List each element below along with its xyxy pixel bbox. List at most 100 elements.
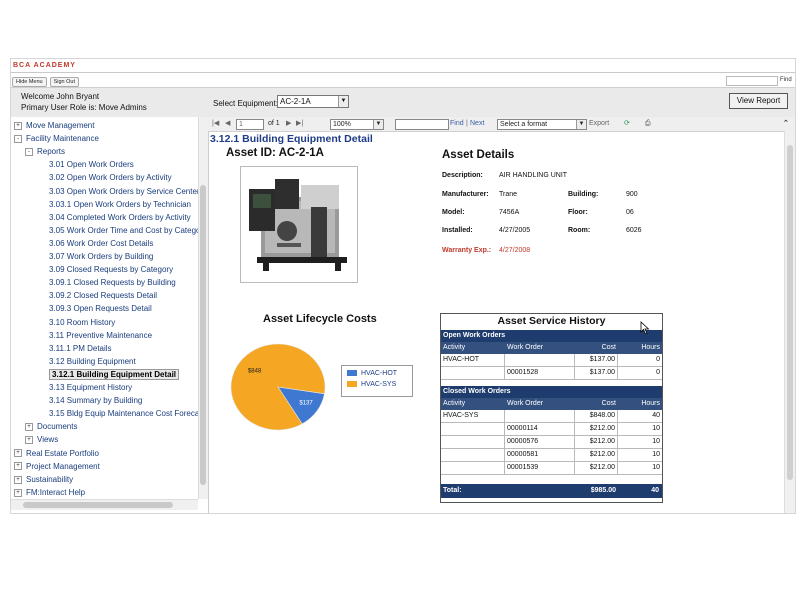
sidebar-item[interactable]: + Documents — [25, 422, 77, 432]
scrollbar-thumb[interactable] — [787, 145, 793, 480]
collapse-icon[interactable]: - — [14, 134, 22, 143]
model-label: Model: — [442, 209, 465, 216]
sidebar-item[interactable]: 3.02 Open Work Orders by Activity — [49, 173, 172, 183]
pie-data-label: $848 — [248, 369, 262, 375]
sidebar-item[interactable]: 3.12 Building Equipment — [49, 357, 136, 367]
table-cell: 00000114 — [505, 423, 575, 435]
sidebar-item[interactable]: + Views — [25, 435, 58, 445]
select-equipment-dropdown[interactable]: AC-2-1A ▼ — [277, 95, 349, 108]
sidebar-item[interactable]: 3.11 Preventive Maintenance — [49, 331, 152, 341]
refresh-icon[interactable]: ⟳ — [624, 119, 630, 129]
table-row: 00000576 $212.00 10 — [441, 436, 662, 449]
sidebar-vertical-scrollbar[interactable] — [198, 117, 208, 499]
find-link[interactable]: Find — [780, 77, 792, 83]
sidebar-item-label: Project Management — [26, 461, 100, 471]
sidebar-item-label: 3.09.1 Closed Requests by Building — [49, 278, 176, 288]
scrollbar-thumb[interactable] — [200, 185, 206, 485]
zoom-select[interactable]: 100% ▼ — [330, 119, 384, 130]
sidebar-item[interactable]: 3.11.1 PM Details — [49, 344, 112, 354]
chevron-down-icon[interactable]: ▼ — [576, 120, 586, 129]
expand-icon[interactable]: + — [14, 475, 22, 484]
table-cell — [441, 367, 505, 379]
expand-icon[interactable]: + — [14, 488, 22, 497]
sidebar-item[interactable]: 3.10 Room History — [49, 318, 115, 328]
sidebar-item[interactable]: 3.09.2 Closed Requests Detail — [49, 291, 157, 301]
format-select[interactable]: Select a format ▼ — [497, 119, 587, 130]
find-link[interactable]: Find — [450, 119, 464, 129]
find-text-input[interactable] — [395, 119, 449, 130]
chevron-down-icon[interactable]: ▼ — [338, 96, 348, 107]
last-page-icon[interactable]: ▶| — [296, 119, 303, 129]
expand-icon[interactable]: + — [25, 436, 33, 445]
sidebar-item[interactable]: - Reports — [25, 147, 65, 157]
sidebar-item-label: 3.04 Completed Work Orders by Activity — [49, 212, 191, 222]
report-title: 3.12.1 Building Equipment Detail — [210, 133, 373, 145]
report-vertical-scrollbar[interactable] — [784, 131, 795, 513]
sidebar-item[interactable]: + Real Estate Portfolio — [14, 449, 99, 459]
sidebar-item[interactable]: 3.12.1 Building Equipment Detail — [49, 368, 180, 380]
sidebar-item-label: 3.07 Work Orders by Building — [49, 252, 154, 261]
sidebar-nav: + Move Management - Facility Maintenance - Re… — [11, 117, 209, 513]
sidebar-item[interactable]: + Move Management — [14, 121, 94, 131]
scrollbar-thumb[interactable] — [23, 502, 173, 508]
table-cell: 40 — [652, 412, 660, 419]
sidebar-item[interactable]: - Facility Maintenance — [14, 134, 99, 144]
collapse-icon[interactable]: ⌃ — [783, 119, 789, 129]
sidebar-item[interactable]: 3.03.1 Open Work Orders by Technician — [49, 200, 191, 210]
legend-label: HVAC-HOT — [361, 370, 398, 377]
first-page-icon[interactable]: |◀ — [212, 119, 219, 129]
installed-value: 4/27/2005 — [499, 227, 531, 234]
page-count: of 1 — [268, 120, 280, 127]
expand-icon[interactable]: + — [14, 462, 22, 471]
sidebar-item[interactable]: 3.01 Open Work Orders — [49, 160, 134, 170]
chevron-down-icon[interactable]: ▼ — [373, 120, 383, 129]
next-page-icon[interactable]: ▶ — [286, 119, 291, 129]
expand-icon[interactable]: + — [14, 121, 22, 130]
table-cell: $212.00 — [575, 449, 618, 461]
table-cell: 00001539 — [505, 462, 575, 474]
sidebar-item[interactable]: 3.09 Closed Requests by Category — [49, 265, 173, 275]
sidebar-horizontal-scrollbar[interactable] — [11, 499, 198, 510]
sidebar-item[interactable]: 3.06 Work Order Cost Details — [49, 239, 153, 249]
sign-out-button[interactable]: Sign Out — [49, 77, 80, 87]
find-input[interactable] — [726, 76, 778, 86]
previous-page-icon[interactable]: ◀ — [225, 119, 230, 129]
divider — [11, 72, 795, 73]
print-icon[interactable]: ⎙ — [645, 119, 651, 129]
sidebar-item[interactable]: 3.09.1 Closed Requests by Building — [49, 278, 176, 288]
sidebar-item[interactable]: 3.05 Work Order Time and Cost by Categor… — [49, 226, 207, 236]
sidebar-item[interactable]: + FM:Interact Help — [14, 488, 85, 498]
sidebar-item[interactable]: 3.03 Open Work Orders by Service Center — [49, 187, 200, 197]
column-header: Work Order — [507, 400, 544, 407]
view-report-button[interactable]: View Report — [729, 93, 788, 109]
sidebar-item[interactable]: 3.07 Work Orders by Building — [49, 252, 153, 262]
sidebar-item-label: Reports — [37, 147, 66, 157]
export-link[interactable]: Export — [589, 119, 609, 129]
sidebar-item-label: 3.05 Work Order Time and Cost by Categor… — [49, 225, 208, 235]
sidebar-item[interactable]: + Project Management — [14, 462, 100, 472]
find-next-link[interactable]: Next — [470, 119, 484, 129]
total-row: Total: $985.00 40 — [441, 484, 662, 498]
installed-label: Installed: — [442, 227, 473, 234]
table-cell: $137.00 — [575, 367, 618, 379]
table-cell: 00001528 — [505, 367, 575, 379]
pie-data-label: $137 — [299, 400, 313, 406]
expand-icon[interactable]: + — [25, 423, 33, 432]
page-number-input[interactable]: 1 — [236, 119, 264, 130]
closed-work-orders-section: Closed Work Orders — [441, 386, 662, 398]
collapse-icon[interactable]: - — [25, 148, 33, 157]
sidebar-item[interactable]: + Sustainability — [14, 475, 73, 485]
table-cell: 0 — [656, 369, 660, 376]
column-header: Work Order — [507, 344, 544, 351]
sidebar-item[interactable]: 3.04 Completed Work Orders by Activity — [49, 213, 191, 223]
expand-icon[interactable]: + — [14, 449, 22, 458]
description-value: AIR HANDLING UNIT — [499, 172, 568, 179]
room-value: 6026 — [626, 227, 642, 234]
sidebar-item[interactable]: 3.13 Equipment History — [49, 383, 132, 393]
sidebar-item[interactable]: 3.14 Summary by Building — [49, 396, 142, 406]
sidebar-item-label: 3.13 Equipment History — [49, 383, 133, 392]
sidebar-item[interactable]: 3.09.3 Open Requests Detail — [49, 304, 152, 314]
hide-menu-button[interactable]: Hide Menu — [12, 77, 47, 87]
sidebar-item[interactable]: 3.15 Bldg Equip Maintenance Cost Forecas… — [49, 409, 206, 419]
table-row: 00001528 $137.00 0 — [441, 367, 662, 380]
